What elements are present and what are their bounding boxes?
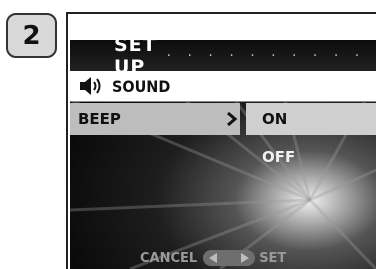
menu-section-sound[interactable]: SOUND [70, 71, 376, 102]
option-off[interactable]: OFF [262, 148, 295, 166]
step-number-badge: 2 [6, 13, 57, 58]
option-on-label: ON [262, 110, 288, 128]
cancel-label: CANCEL [140, 250, 198, 266]
section-label: SOUND [112, 76, 171, 96]
step-number: 2 [22, 20, 41, 51]
chevron-right-icon [227, 111, 238, 127]
option-on[interactable]: ON [246, 103, 376, 135]
frame-line-vertical [66, 12, 68, 269]
footer-hint: CANCEL SET [70, 247, 376, 269]
camera-lcd-screen: SET UP · · · · · · · · · · · · SOUND BEE… [70, 40, 376, 269]
menu-title-bar: SET UP · · · · · · · · · · · · [70, 40, 376, 78]
right-arrow-icon [241, 253, 250, 263]
speaker-icon [80, 77, 101, 95]
menu-item-beep[interactable]: BEEP [70, 103, 240, 135]
left-arrow-icon [209, 253, 218, 263]
title-dots: · · · · · · · · · · · · [166, 47, 376, 64]
set-label: SET [259, 250, 287, 266]
left-right-arrows [203, 250, 256, 266]
frame-line-horizontal [66, 12, 376, 14]
beep-label: BEEP [78, 110, 121, 128]
option-off-label: OFF [262, 148, 296, 166]
